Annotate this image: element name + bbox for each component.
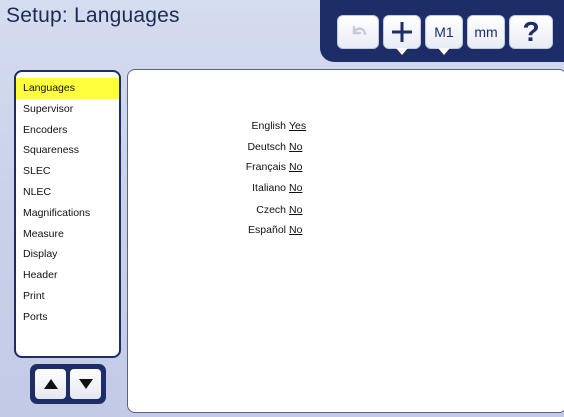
sidebar-item-display[interactable]: Display: [16, 244, 119, 265]
language-row-francais: Français No: [214, 161, 303, 173]
add-button[interactable]: [383, 15, 421, 55]
sidebar-item-measure[interactable]: Measure: [16, 224, 119, 245]
triangle-down-icon: [78, 379, 93, 389]
undo-arrow-icon: [352, 25, 367, 36]
sidebar-item-slec[interactable]: SLEC: [16, 161, 119, 182]
scroll-down-button[interactable]: [70, 369, 101, 399]
m1-button[interactable]: M1: [425, 15, 463, 55]
sidebar-item-squareness[interactable]: Squareness: [16, 140, 119, 161]
language-row-czech: Czech No: [214, 204, 302, 216]
sidebar-item-ports[interactable]: Ports: [16, 307, 119, 328]
language-row-english: English Yes: [214, 120, 307, 132]
sidebar-item-header[interactable]: Header: [16, 265, 119, 286]
help-button[interactable]: ?: [509, 15, 553, 49]
sidebar-item-encoders[interactable]: Encoders: [16, 120, 119, 141]
language-value-italiano[interactable]: No: [289, 182, 302, 194]
sidebar-list: Languages Supervisor Encoders Squareness…: [16, 78, 119, 328]
language-row-espanol: Español No: [214, 224, 302, 236]
undo-button[interactable]: [337, 15, 379, 49]
help-label: ?: [522, 16, 540, 47]
sidebar-item-languages[interactable]: Languages: [16, 78, 119, 99]
toolbar: M1 mm ?: [320, 0, 564, 62]
language-label: Español: [248, 224, 286, 236]
language-value-english[interactable]: Yes: [289, 120, 306, 132]
scroll-up-button[interactable]: [35, 369, 66, 399]
language-value-espanol[interactable]: No: [289, 224, 302, 236]
language-label: Italiano: [252, 182, 286, 194]
triangle-up-icon: [43, 379, 58, 389]
app-window: Setup: Languages M1 mm ? Languages Super…: [0, 0, 564, 417]
sidebar-item-supervisor[interactable]: Supervisor: [16, 99, 119, 120]
page-title: Setup: Languages: [6, 4, 180, 27]
plus-icon: [392, 22, 412, 42]
m1-label: M1: [434, 24, 454, 40]
units-label: mm: [474, 24, 498, 40]
scroll-buttons: [30, 364, 106, 404]
language-row-deutsch: Deutsch No: [214, 141, 302, 153]
languages-panel: English Yes Deutsch No Français No Italiano…: [127, 69, 564, 413]
language-label: Français: [245, 161, 286, 173]
language-label: English: [251, 120, 286, 132]
sidebar-menu: Languages Supervisor Encoders Squareness…: [14, 70, 121, 358]
sidebar-item-print[interactable]: Print: [16, 286, 119, 307]
language-value-czech[interactable]: No: [289, 204, 302, 216]
language-value-francais[interactable]: No: [289, 161, 302, 173]
sidebar-item-magnifications[interactable]: Magnifications: [16, 203, 119, 224]
language-value-deutsch[interactable]: No: [289, 141, 302, 153]
units-button[interactable]: mm: [467, 15, 505, 49]
language-label: Czech: [256, 204, 286, 216]
language-row-italiano: Italiano No: [214, 182, 302, 194]
language-label: Deutsch: [247, 141, 286, 153]
sidebar-item-nlec[interactable]: NLEC: [16, 182, 119, 203]
